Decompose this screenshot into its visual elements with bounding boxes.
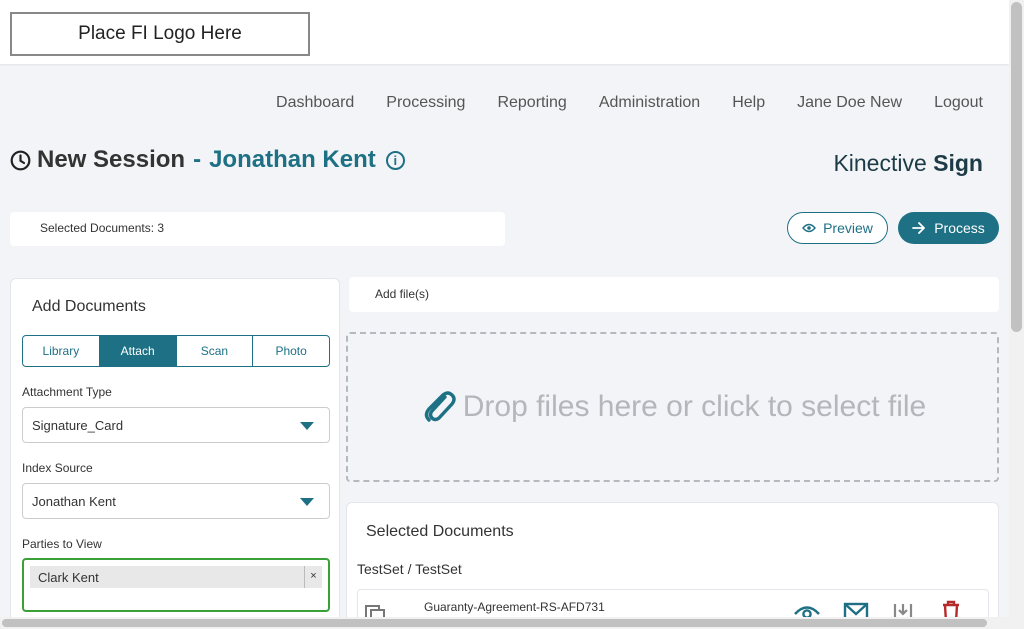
title-separator: - xyxy=(193,146,202,173)
nav-administration[interactable]: Administration xyxy=(599,94,700,112)
arrow-right-icon xyxy=(912,222,926,234)
add-documents-title: Add Documents xyxy=(32,298,146,315)
selected-documents-count: Selected Documents: 3 xyxy=(10,212,505,246)
preview-label: Preview xyxy=(823,220,873,236)
vertical-scrollbar[interactable] xyxy=(1009,0,1024,629)
brand-product: Sign xyxy=(933,150,983,176)
logo-placeholder: Place FI Logo Here xyxy=(10,12,310,56)
add-documents-panel: Add Documents Library Attach Scan Photo … xyxy=(10,278,340,629)
process-label: Process xyxy=(934,220,985,236)
horizontal-scroll-thumb[interactable] xyxy=(2,619,987,627)
add-files-bar: Add file(s) xyxy=(349,277,999,312)
vertical-scroll-thumb[interactable] xyxy=(1011,2,1022,332)
tab-scan[interactable]: Scan xyxy=(177,336,254,366)
party-name: Clark Kent xyxy=(38,570,99,585)
tab-library[interactable]: Library xyxy=(23,336,100,366)
party-chip: Clark Kent × xyxy=(30,566,322,588)
nav-user-menu[interactable]: Jane Doe New xyxy=(797,94,902,112)
dropzone-text: Drop files here or click to select file xyxy=(462,390,927,423)
clock-icon xyxy=(10,150,31,170)
chevron-down-icon xyxy=(300,498,314,506)
parties-multiselect[interactable]: Clark Kent × xyxy=(22,558,330,612)
parties-to-view-label: Parties to View xyxy=(22,537,102,551)
preview-button[interactable]: Preview xyxy=(787,212,888,244)
horizontal-scrollbar[interactable] xyxy=(0,617,1009,629)
page-title: New Session - Jonathan Kent i xyxy=(10,146,405,174)
index-source-value: Jonathan Kent xyxy=(32,494,116,509)
chevron-down-icon xyxy=(300,422,314,430)
eye-icon xyxy=(802,223,817,233)
index-source-label: Index Source xyxy=(22,461,93,475)
attachment-type-select[interactable]: Signature_Card xyxy=(22,407,330,443)
brand-logo: Kinective Sign xyxy=(833,150,983,177)
info-icon[interactable]: i xyxy=(385,150,405,170)
index-source-select[interactable]: Jonathan Kent xyxy=(22,483,330,519)
customer-name: Jonathan Kent xyxy=(209,146,376,173)
document-name: Guaranty-Agreement-RS-AFD731 xyxy=(424,600,605,614)
file-dropzone[interactable]: Drop files here or click to select file xyxy=(346,332,999,482)
tab-attach[interactable]: Attach xyxy=(99,336,177,366)
source-tabs: Library Attach Scan Photo xyxy=(22,335,330,367)
main-nav: Dashboard Processing Reporting Administr… xyxy=(244,94,983,112)
nav-processing[interactable]: Processing xyxy=(386,94,465,112)
paperclip-icon xyxy=(424,391,456,422)
nav-help[interactable]: Help xyxy=(732,94,765,112)
attachment-type-label: Attachment Type xyxy=(22,385,112,399)
selected-documents-title: Selected Documents xyxy=(366,523,514,540)
attachment-type-value: Signature_Card xyxy=(32,418,124,433)
process-button[interactable]: Process xyxy=(898,212,999,244)
tab-photo[interactable]: Photo xyxy=(253,336,329,366)
selected-documents-panel: Selected Documents TestSet / TestSet Gua… xyxy=(346,502,999,629)
nav-logout[interactable]: Logout xyxy=(934,94,983,112)
nav-reporting[interactable]: Reporting xyxy=(497,94,566,112)
nav-dashboard[interactable]: Dashboard xyxy=(276,94,354,112)
session-title: New Session xyxy=(37,146,186,173)
brand-name: Kinective xyxy=(833,150,927,176)
document-group-label: TestSet / TestSet xyxy=(357,561,462,577)
remove-party-icon[interactable]: × xyxy=(304,566,322,588)
top-bar: Place FI Logo Here xyxy=(0,0,1009,64)
